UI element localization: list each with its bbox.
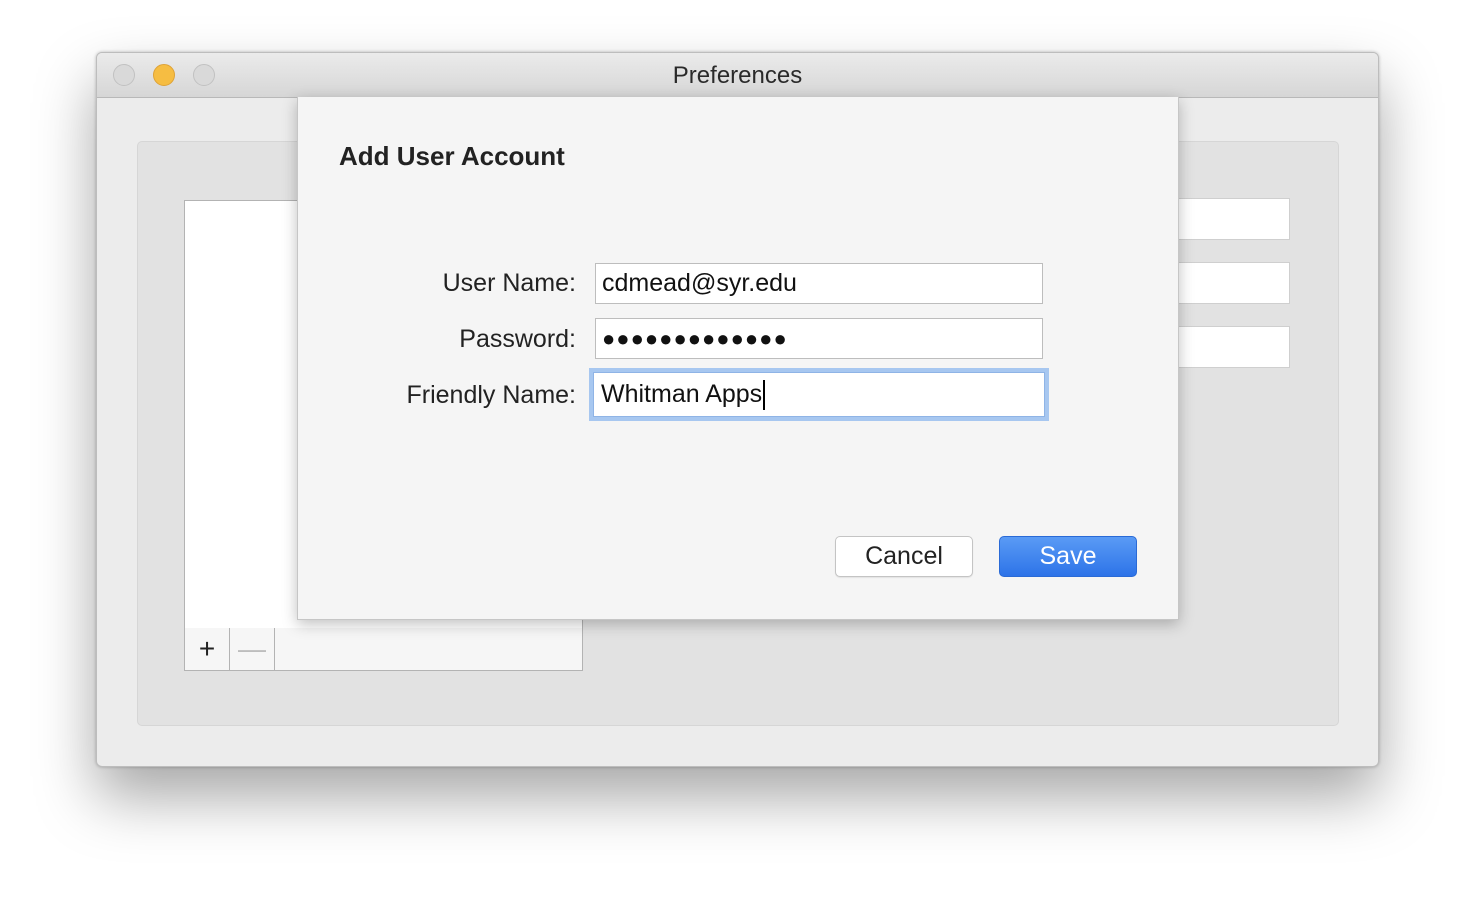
add-account-button[interactable]: + [185,628,230,670]
background-field-3[interactable] [1176,326,1290,368]
accounts-list-footer: + — [184,628,583,671]
friendly-name-field[interactable]: Whitman Apps [589,368,1049,421]
user-name-label: User Name: [442,269,576,297]
save-button[interactable]: Save [999,536,1137,577]
add-user-account-sheet: Add User Account User Name: cdmead@syr.e… [297,97,1179,620]
remove-account-button[interactable]: — [230,628,275,670]
sheet-title: Add User Account [339,141,565,171]
preferences-window: Preferences + — Add User Account User Na… [96,52,1379,767]
password-field[interactable]: ●●●●●●●●●●●●● [595,318,1043,359]
window-title: Preferences [672,62,803,89]
title-bar[interactable]: Preferences [97,53,1378,98]
friendly-name-value: Whitman Apps [601,380,763,408]
background-field-2[interactable] [1176,262,1290,304]
background-field-1[interactable] [1176,198,1290,240]
text-caret [763,380,766,411]
friendly-name-label: Friendly Name: [406,381,577,409]
cancel-button[interactable]: Cancel [835,536,973,577]
password-label: Password: [459,325,576,353]
user-name-field[interactable]: cdmead@syr.edu [595,263,1043,304]
